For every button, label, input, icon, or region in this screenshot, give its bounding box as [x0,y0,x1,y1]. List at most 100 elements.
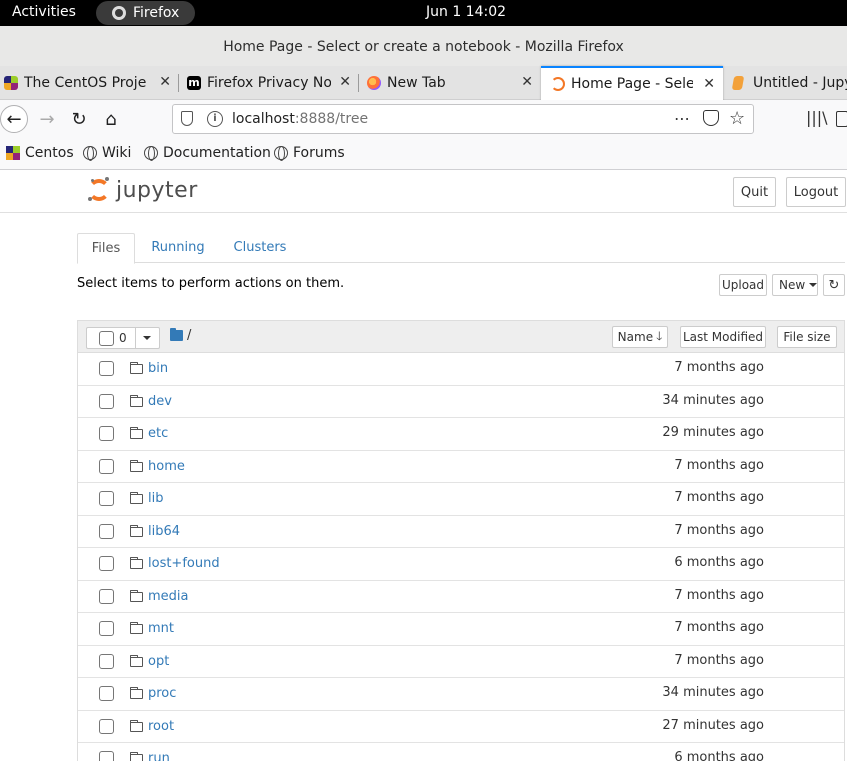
reload-button[interactable]: ↻ [66,106,92,132]
tab-untitled-jupyter[interactable]: Untitled - Jupy [723,66,847,100]
new-dropdown-button[interactable]: New [772,274,818,296]
table-row[interactable]: bin 7 months ago [78,353,844,386]
bookmark-documentation[interactable]: Documentation [144,145,271,161]
logout-button[interactable]: Logout [786,177,846,207]
page-actions-icon[interactable]: ⋯ [674,109,690,128]
chevron-down-icon[interactable] [135,328,159,348]
sort-by-file-size-button[interactable]: File size [777,326,837,348]
close-icon[interactable]: ✕ [521,74,533,90]
row-checkbox[interactable] [99,686,114,701]
folder-icon [130,362,143,374]
bookmark-wiki[interactable]: Wiki [83,145,131,161]
browser-tab-strip: The CentOS Projec ✕ m Firefox Privacy No… [0,66,847,100]
table-row[interactable]: home 7 months ago [78,451,844,483]
row-checkbox[interactable] [99,491,114,506]
activities-button[interactable]: Activities [12,4,76,20]
row-checkbox[interactable] [99,393,114,409]
table-row[interactable]: dev 34 minutes ago [78,386,844,418]
url-text[interactable]: localhost:8888/tree [232,111,368,127]
item-name-link[interactable]: lib64 [148,524,180,539]
upload-button[interactable]: Upload [719,274,767,296]
table-row[interactable]: lib64 7 months ago [78,516,844,548]
row-checkbox[interactable] [99,751,114,761]
window-title: Home Page - Select or create a notebook … [223,39,624,55]
file-list-header: 0 / Name 🡓 Last Modified File size [78,321,844,353]
tab-files[interactable]: Files [77,233,135,264]
tab-centos[interactable]: The CentOS Projec ✕ [0,66,179,100]
url-bar[interactable]: i localhost:8888/tree ⋯ ☆ [172,104,754,134]
forward-button[interactable]: → [34,106,60,132]
close-icon[interactable]: ✕ [159,74,171,90]
table-row[interactable]: mnt 7 months ago [78,613,844,646]
table-row[interactable]: root 27 minutes ago [78,711,844,743]
item-name-link[interactable]: media [148,589,189,604]
close-icon[interactable]: ✕ [703,76,715,92]
row-checkbox[interactable] [99,653,114,669]
item-name-link[interactable]: lost+found [148,556,220,571]
item-name-link[interactable]: run [148,751,170,761]
table-row[interactable]: lib 7 months ago [78,483,844,516]
table-row[interactable]: etc 29 minutes ago [78,418,844,451]
table-row[interactable]: run 6 months ago [78,743,844,761]
table-row[interactable]: opt 7 months ago [78,646,844,678]
tab-firefox-privacy[interactable]: m Firefox Privacy Not ✕ [179,66,359,100]
last-modified: 7 months ago [674,620,764,635]
last-modified: 7 months ago [674,360,764,375]
table-row[interactable]: media 7 months ago [78,581,844,613]
home-button[interactable]: ⌂ [98,106,124,132]
tab-label: New Tab [387,75,446,91]
clock[interactable]: Jun 1 14:02 [426,4,506,20]
breadcrumb-root[interactable]: / [187,328,191,343]
item-name-link[interactable]: proc [148,686,176,701]
select-all-control[interactable]: 0 [86,327,160,349]
tab-running[interactable]: Running [143,233,213,263]
item-name-link[interactable]: mnt [148,621,174,636]
quit-button[interactable]: Quit [733,177,776,207]
tracking-shield-icon[interactable] [181,111,193,126]
folder-icon [130,589,143,602]
item-name-link[interactable]: home [148,459,185,474]
folder-icon[interactable] [170,328,183,341]
row-checkbox[interactable] [99,426,114,441]
app-menu-firefox[interactable]: Firefox [96,1,195,25]
row-checkbox[interactable] [99,523,114,539]
item-name-link[interactable]: lib [148,491,163,506]
sidebar-icon[interactable] [836,111,847,127]
table-row[interactable]: proc 34 minutes ago [78,678,844,711]
back-button[interactable]: ← [0,105,28,133]
library-icon[interactable]: |||\ [806,108,828,127]
navigation-toolbar: ← → ↻ ⌂ i localhost:8888/tree ⋯ ☆ |||\ [0,100,847,138]
folder-icon [130,654,143,667]
sort-by-name-button[interactable]: Name 🡓 [612,326,668,348]
close-icon[interactable]: ✕ [339,74,351,90]
item-name-link[interactable]: etc [148,426,168,441]
firefox-icon [367,76,381,90]
item-name-link[interactable]: dev [148,394,172,409]
item-name-link[interactable]: root [148,719,174,734]
item-name-link[interactable]: bin [148,361,168,376]
site-info-icon[interactable]: i [207,111,223,127]
jupyter-logo-icon [88,177,110,203]
row-checkbox[interactable] [99,556,114,571]
tab-clusters[interactable]: Clusters [227,233,293,263]
table-row[interactable]: lost+found 6 months ago [78,548,844,581]
row-checkbox[interactable] [99,718,114,734]
bookmark-label: Documentation [163,145,271,161]
row-checkbox[interactable] [99,361,114,376]
tab-new-tab[interactable]: New Tab ✕ [359,66,541,100]
bookmark-forums[interactable]: Forums [274,145,345,161]
row-checkbox[interactable] [99,588,114,604]
tab-jupyter-home[interactable]: Home Page - Selec ✕ [541,66,723,100]
select-all-checkbox[interactable] [99,331,114,346]
tab-label: Home Page - Selec [571,76,693,92]
item-name-link[interactable]: opt [148,654,169,669]
sort-by-last-modified-button[interactable]: Last Modified [680,326,766,348]
pocket-icon[interactable] [703,110,719,126]
bookmark-star-icon[interactable]: ☆ [729,108,745,129]
jupyter-logo[interactable]: jupyter [88,177,198,203]
tab-label: The CentOS Projec [24,75,146,91]
row-checkbox[interactable] [99,621,114,636]
bookmark-centos[interactable]: Centos [6,145,74,161]
refresh-button[interactable]: ↻ [823,274,845,296]
row-checkbox[interactable] [99,458,114,474]
